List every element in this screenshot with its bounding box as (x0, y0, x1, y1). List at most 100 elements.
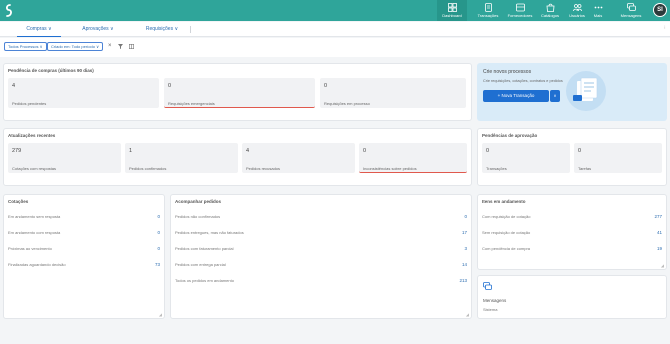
row-label: Pedidos entregues, mas não faturados (175, 230, 244, 235)
banner-title: Crie novos processos (483, 69, 532, 75)
tab-compras[interactable]: Compras ∨ (17, 22, 61, 37)
nav-label: Mais (593, 13, 603, 18)
stat-quotations-with-responses[interactable]: 279 Cotações com respostas (8, 143, 121, 173)
row-label: Em andamento sem resposta (8, 214, 61, 219)
stat-value: 4 (246, 148, 250, 154)
stat-value: 0 (168, 83, 172, 89)
list-item[interactable]: Com pendência de compra 19 (482, 246, 662, 254)
tab-aprovacoes[interactable]: Aprovações ∨ (76, 22, 120, 37)
list-item[interactable]: Pedidos com faturamento parcial 3 (175, 246, 467, 254)
user-avatar[interactable]: SI (653, 3, 667, 17)
nav-label: Transações (477, 13, 499, 18)
row-label: Com requisição de cotação (482, 214, 531, 219)
list-item[interactable]: Pedidos não confirmados 0 (175, 214, 467, 222)
list-item[interactable]: Finalizadas aguardando decisão 73 (8, 262, 160, 270)
app-logo-icon[interactable] (4, 4, 14, 17)
chat-icon (483, 282, 492, 290)
recent-updates-card: Atualizações recentes 279 Cotações com r… (3, 128, 472, 186)
users-icon (572, 4, 582, 12)
list-item[interactable]: Em andamento sem resposta 0 (8, 214, 160, 222)
nav-catalogos[interactable]: Catálogos (535, 0, 565, 21)
create-process-banner: Crie novos processos Crie requisições, c… (477, 63, 667, 121)
stat-order-inconsistencies[interactable]: 0 Inconsistências sobre pedidos (359, 143, 467, 173)
messages-title: Mensagens (483, 298, 507, 303)
stat-value: 0 (324, 83, 328, 89)
close-icon[interactable]: × (108, 42, 112, 51)
nav-label: Dashboard (442, 13, 462, 18)
period-filter[interactable]: Criado em: Todo período ∨ (47, 42, 103, 51)
nav-fornecedores[interactable]: Fornecedores (505, 0, 535, 21)
resize-handle-icon[interactable]: ◢ (159, 312, 162, 317)
nav-transacoes[interactable]: Transações (473, 0, 503, 21)
card-title: Cotações (8, 199, 29, 204)
stat-label: Pedidos pendentes (12, 101, 47, 106)
card-title: Acompanhar pedidos (175, 199, 222, 204)
columns-icon[interactable] (129, 44, 134, 49)
row-value: 17 (461, 230, 467, 235)
nav-dashboard[interactable]: Dashboard (437, 0, 467, 21)
track-orders-card: Acompanhar pedidos Pedidos não confirmad… (170, 194, 472, 319)
nav-mais[interactable]: Mais (583, 0, 613, 21)
messages-icon (626, 3, 636, 11)
approval-pending-card: Pendências de aprovação 0 Transações 0 T… (477, 128, 667, 186)
row-label: Finalizadas aguardando decisão (8, 262, 66, 267)
new-transaction-button[interactable]: + Nova Transação (483, 90, 549, 102)
tab-divider (190, 26, 191, 33)
module-tabs: Compras ∨ Aprovações ∨ Requisições ∨ ⁝ (0, 22, 670, 37)
filter-icon[interactable] (118, 44, 123, 49)
stat-tasks[interactable]: 0 Tarefas (574, 143, 662, 173)
more-icon (594, 6, 602, 9)
list-item[interactable]: Em andamento com resposta 0 (8, 230, 160, 238)
row-label: Todos os pedidos em andamento (175, 278, 234, 283)
stat-value: 0 (363, 148, 367, 154)
items-in-progress-card: Itens em andamento Com requisição de cot… (477, 194, 667, 270)
stat-label: Inconsistências sobre pedidos (363, 166, 417, 171)
nav-mensagens[interactable]: Mensagens (616, 0, 646, 21)
list-item[interactable]: Todos os pedidos em andamento 213 (175, 278, 467, 286)
card-title: Pendência de compras (últimos 90 dias) (8, 68, 94, 73)
row-value: 0 (157, 214, 160, 219)
row-label: Em andamento com resposta (8, 230, 61, 235)
messages-card[interactable]: Mensagens Sistema (477, 275, 667, 319)
stat-refused-orders[interactable]: 4 Pedidos recusados (242, 143, 355, 173)
stat-value: 0 (578, 148, 582, 154)
stat-label: Pedidos recusados (246, 166, 281, 171)
quotations-card: Cotações Em andamento sem resposta 0 Em a… (3, 194, 165, 319)
stat-label: Requisições emergenciais (168, 101, 215, 106)
nav-label: Catálogos (540, 13, 559, 18)
row-value: 41 (656, 230, 662, 235)
row-value: 0 (157, 230, 160, 235)
row-value: 213 (459, 278, 467, 283)
row-label: Com pendência de compra (482, 246, 531, 251)
stat-emergency-requisitions[interactable]: 0 Requisições emergenciais (164, 78, 315, 108)
stat-label: Cotações com respostas (12, 166, 57, 171)
purchase-pending-card: Pendência de compras (últimos 90 dias) 4… (3, 63, 472, 121)
resize-handle-icon[interactable]: ◢ (661, 263, 664, 268)
stat-confirmed-orders[interactable]: 1 Pedidos confirmados (125, 143, 238, 173)
row-value: 19 (656, 246, 662, 251)
process-filter[interactable]: Todos Processos ∨ (4, 42, 47, 51)
stat-value: 279 (12, 148, 22, 154)
more-options-icon[interactable]: ⁝ (664, 25, 666, 31)
stat-requisitions-in-process[interactable]: 0 Requisições em processo (320, 78, 466, 108)
banner-subtitle: Crie requisições, cotações, contratos e … (483, 79, 563, 83)
stat-transactions[interactable]: 0 Transações (482, 143, 570, 173)
row-value: 277 (654, 214, 662, 219)
list-item[interactable]: Sem requisição de cotação 41 (482, 230, 662, 238)
chevron-down-icon[interactable]: ∨ (550, 90, 560, 102)
dashboard-icon (447, 3, 457, 12)
list-item[interactable]: Pedidos com entrega parcial 14 (175, 262, 467, 270)
tab-requisicoes[interactable]: Requisições ∨ (137, 22, 187, 37)
list-item[interactable]: Pedidos entregues, mas não faturados 17 (175, 230, 467, 238)
resize-handle-icon[interactable]: ◢ (466, 312, 469, 317)
card-title: Itens em andamento (482, 199, 526, 204)
card-title: Atualizações recentes (8, 133, 56, 138)
stat-pending-orders[interactable]: 4 Pedidos pendentes (8, 78, 159, 108)
row-value: 73 (154, 262, 160, 267)
list-item[interactable]: Próximas ao vencimento 0 (8, 246, 160, 254)
documents-illustration-icon (566, 71, 606, 111)
top-navigation-bar: Dashboard Transações Fornecedores Catálo… (0, 0, 670, 21)
row-value: 3 (464, 246, 467, 251)
list-item[interactable]: Com requisição de cotação 277 (482, 214, 662, 222)
stat-label: Requisições em processo (324, 101, 370, 106)
